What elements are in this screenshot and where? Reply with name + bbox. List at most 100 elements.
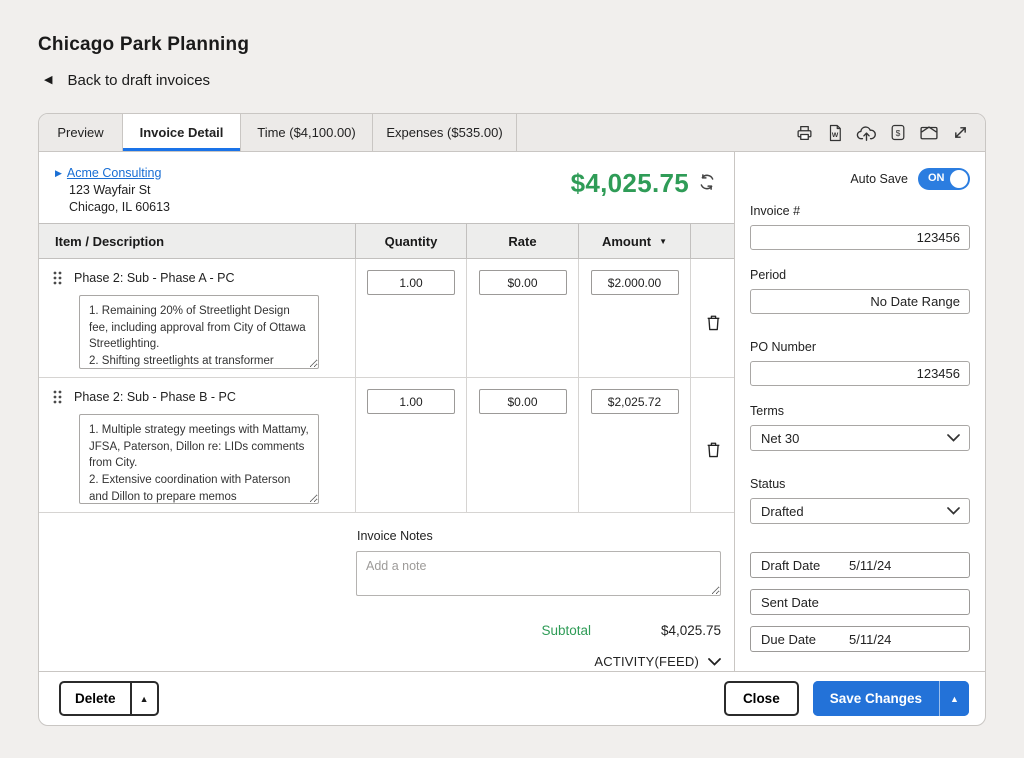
client-block: ▶ Acme Consulting 123 Wayfair St Chicago… bbox=[55, 165, 170, 223]
tab-invoice-detail[interactable]: Invoice Detail bbox=[123, 114, 241, 151]
email-icon[interactable] bbox=[919, 124, 939, 141]
col-header-rate: Rate bbox=[467, 224, 579, 258]
client-expand-icon[interactable]: ▶ bbox=[55, 167, 62, 179]
back-arrow-icon: ◀ bbox=[44, 75, 52, 86]
delete-row-button[interactable] bbox=[706, 271, 721, 377]
quantity-input[interactable] bbox=[367, 389, 455, 414]
card-content: ▶ Acme Consulting 123 Wayfair St Chicago… bbox=[39, 152, 985, 671]
back-link[interactable]: ◀ Back to draft invoices bbox=[44, 72, 210, 89]
expand-icon[interactable] bbox=[952, 124, 969, 141]
save-changes-button[interactable]: Save Changes bbox=[813, 681, 939, 716]
tab-time-label: Time ($4,100.00) bbox=[257, 125, 356, 140]
invoice-number-label: Invoice # bbox=[750, 204, 970, 218]
autosave-label: Auto Save bbox=[850, 172, 908, 186]
col-header-quantity: Quantity bbox=[356, 224, 467, 258]
terms-select[interactable]: Net 30 bbox=[750, 425, 970, 451]
invoice-header-row: ▶ Acme Consulting 123 Wayfair St Chicago… bbox=[39, 152, 734, 223]
tab-bar: Preview Invoice Detail Time ($4,100.00) … bbox=[39, 114, 985, 152]
due-date-label: Due Date bbox=[751, 632, 816, 647]
item-description-textarea[interactable]: 1. Remaining 20% of Streetlight Design f… bbox=[79, 295, 319, 369]
line-item-row: Phase 2: Sub - Phase B - PC 1. Multiple … bbox=[39, 378, 734, 513]
tab-expenses-label: Expenses ($535.00) bbox=[386, 125, 502, 140]
page-title: Chicago Park Planning bbox=[38, 34, 249, 56]
chevron-down-icon bbox=[947, 507, 960, 515]
activity-feed-toggle[interactable]: ACTIVITY(FEED) bbox=[356, 654, 721, 669]
invoice-footer-section: Invoice Notes Subtotal $4,025.75 ACTIVIT… bbox=[39, 513, 734, 671]
subtotal-value: $4,025.75 bbox=[591, 623, 721, 638]
col-header-actions bbox=[691, 224, 735, 258]
po-number-label: PO Number bbox=[750, 340, 970, 354]
save-split-button: Save Changes ▲ bbox=[813, 681, 969, 716]
delete-split-button: Delete ▲ bbox=[59, 681, 159, 716]
toolbar-icons: W $ bbox=[795, 114, 985, 151]
quantity-input[interactable] bbox=[367, 270, 455, 295]
chevron-down-icon bbox=[708, 658, 721, 666]
card-footer: Delete ▲ Close Save Changes ▲ bbox=[39, 671, 985, 725]
sent-date-field[interactable]: Sent Date bbox=[750, 589, 970, 615]
drag-handle-icon[interactable] bbox=[53, 271, 62, 285]
tab-invoice-detail-label: Invoice Detail bbox=[140, 125, 224, 140]
status-value: Drafted bbox=[761, 504, 804, 519]
invoice-settings-sidebar: Auto Save ON Invoice # Period PO Number … bbox=[735, 152, 985, 671]
invoice-notes-label: Invoice Notes bbox=[357, 529, 721, 543]
period-input[interactable] bbox=[750, 289, 970, 314]
draft-date-value: 5/11/24 bbox=[849, 558, 891, 573]
col-header-amount[interactable]: Amount ▼ bbox=[579, 224, 691, 258]
period-label: Period bbox=[750, 268, 970, 282]
print-icon[interactable] bbox=[795, 124, 814, 142]
autosave-state: ON bbox=[928, 172, 945, 184]
subtotal-label: Subtotal bbox=[541, 623, 591, 638]
delete-row-button[interactable] bbox=[706, 390, 721, 512]
toggle-knob bbox=[950, 170, 968, 188]
amount-input[interactable] bbox=[591, 389, 679, 414]
client-name-link[interactable]: Acme Consulting bbox=[67, 165, 162, 182]
delete-options-caret[interactable]: ▲ bbox=[130, 683, 157, 714]
invoice-main: ▶ Acme Consulting 123 Wayfair St Chicago… bbox=[39, 152, 735, 671]
tab-preview-label: Preview bbox=[57, 125, 103, 140]
chevron-down-icon bbox=[947, 434, 960, 442]
client-address-line2: Chicago, IL 60613 bbox=[55, 199, 170, 216]
terms-label: Terms bbox=[750, 404, 970, 418]
rate-input[interactable] bbox=[479, 270, 567, 295]
item-description-textarea[interactable]: 1. Multiple strategy meetings with Matta… bbox=[79, 414, 319, 504]
cloud-upload-icon[interactable] bbox=[856, 124, 877, 142]
sent-date-label: Sent Date bbox=[751, 595, 819, 610]
back-link-label: Back to draft invoices bbox=[67, 72, 210, 89]
item-title: Phase 2: Sub - Phase A - PC bbox=[74, 271, 235, 285]
invoice-card: Preview Invoice Detail Time ($4,100.00) … bbox=[38, 113, 986, 726]
terms-value: Net 30 bbox=[761, 431, 799, 446]
delete-button[interactable]: Delete bbox=[61, 683, 130, 714]
invoice-number-input[interactable] bbox=[750, 225, 970, 250]
svg-text:W: W bbox=[832, 131, 839, 138]
col-header-amount-label: Amount bbox=[602, 234, 651, 249]
refresh-icon[interactable] bbox=[698, 173, 716, 191]
tab-expenses[interactable]: Expenses ($535.00) bbox=[373, 114, 517, 151]
client-address-line1: 123 Wayfair St bbox=[55, 182, 170, 199]
draft-date-label: Draft Date bbox=[751, 558, 820, 573]
item-title: Phase 2: Sub - Phase B - PC bbox=[74, 390, 236, 404]
svg-text:$: $ bbox=[896, 128, 901, 138]
invoice-notes-textarea[interactable] bbox=[356, 551, 721, 596]
tab-preview[interactable]: Preview bbox=[39, 114, 123, 151]
trash-icon bbox=[706, 314, 721, 331]
po-number-input[interactable] bbox=[750, 361, 970, 386]
word-doc-icon[interactable]: W bbox=[827, 124, 843, 142]
trash-icon bbox=[706, 441, 721, 458]
save-options-caret[interactable]: ▲ bbox=[939, 681, 969, 716]
amount-input[interactable] bbox=[591, 270, 679, 295]
drag-handle-icon[interactable] bbox=[53, 390, 62, 404]
draft-date-field[interactable]: Draft Date 5/11/24 bbox=[750, 552, 970, 578]
autosave-toggle[interactable]: ON bbox=[918, 168, 970, 190]
dollar-doc-icon[interactable]: $ bbox=[890, 124, 906, 141]
status-select[interactable]: Drafted bbox=[750, 498, 970, 524]
rate-input[interactable] bbox=[479, 389, 567, 414]
col-header-item: Item / Description bbox=[39, 224, 356, 258]
table-header: Item / Description Quantity Rate Amount … bbox=[39, 223, 734, 259]
close-button[interactable]: Close bbox=[724, 681, 799, 716]
line-item-row: Phase 2: Sub - Phase A - PC 1. Remaining… bbox=[39, 259, 734, 378]
due-date-value: 5/11/24 bbox=[849, 632, 891, 647]
amount-sort-icon: ▼ bbox=[659, 237, 667, 246]
due-date-field[interactable]: Due Date 5/11/24 bbox=[750, 626, 970, 652]
status-label: Status bbox=[750, 477, 970, 491]
tab-time[interactable]: Time ($4,100.00) bbox=[241, 114, 373, 151]
